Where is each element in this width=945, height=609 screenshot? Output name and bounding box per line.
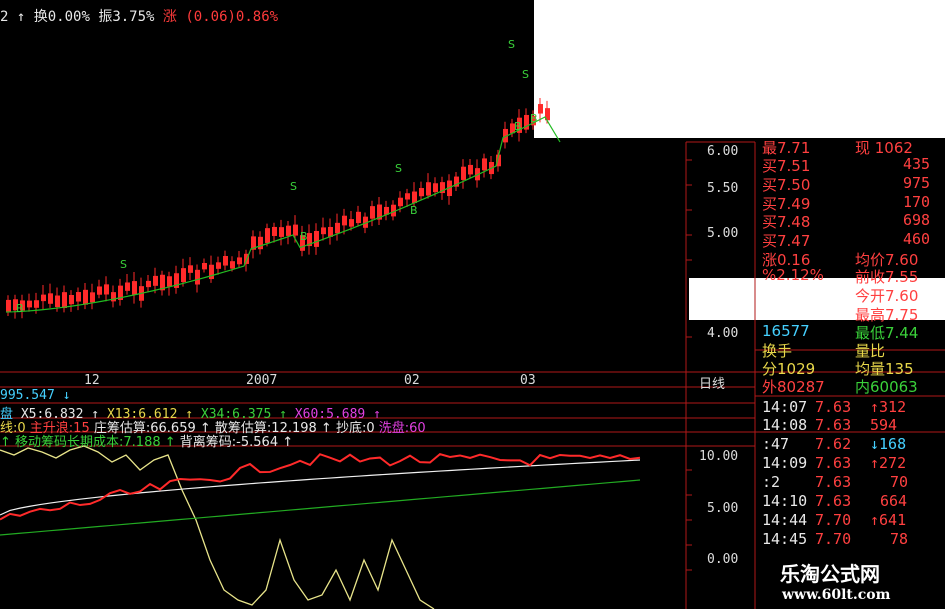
watermark-logo: 乐淘公式网: [780, 562, 880, 586]
volume-readout: 995.547 ↓: [0, 388, 71, 403]
tick-price: 7.63: [815, 473, 852, 491]
tick-volume: 664: [880, 492, 908, 510]
tick-time: :47: [762, 435, 790, 453]
price-tick-5: 5.00: [707, 226, 739, 241]
tick-volume: ↓168: [870, 435, 907, 453]
watermark-url: www.60lt.com: [782, 587, 891, 603]
tick-volume: 594: [870, 416, 898, 434]
stat-right: 前收7.55: [855, 268, 919, 286]
bid-volume: 460: [903, 230, 931, 248]
tick-volume: 70: [890, 473, 909, 491]
tick-time: :2: [762, 473, 781, 491]
bid-volume: 435: [903, 155, 931, 173]
ind-tick-0: 0.00: [707, 552, 739, 567]
stat-right: 今开7.60: [855, 287, 919, 305]
tick-price: 7.70: [815, 530, 852, 548]
bid-volume: 975: [903, 174, 931, 192]
tick-time: 14:44: [762, 511, 808, 529]
stat-left: 16577: [762, 322, 810, 340]
ind-tick-10: 10.00: [699, 449, 739, 464]
dealer-line: [0, 459, 641, 516]
tick-time: 14:09: [762, 454, 808, 472]
tick-price: 7.62: [815, 435, 852, 453]
cost-readout-row: ↑ 移动筹码长期成本:7.188 ↑ 背离筹码:-5.564 ↑: [0, 431, 293, 450]
date-tick-03: 03: [520, 373, 536, 388]
bid-label: 买7.48: [762, 213, 811, 231]
tick-price: 7.70: [815, 511, 852, 529]
price-tick-5-5: 5.50: [707, 181, 739, 196]
tick-price: 7.63: [815, 416, 852, 434]
tick-time: 14:08: [762, 416, 808, 434]
stat-left: 外80287: [762, 378, 825, 396]
bid-label: 买7.50: [762, 176, 811, 194]
tick-time: 14:07: [762, 398, 808, 416]
tick-time: 14:10: [762, 492, 808, 510]
chip-washout: 洗盘:60: [378, 421, 426, 436]
bid-volume: 170: [903, 193, 931, 211]
period-daily-button[interactable]: 日线: [699, 373, 725, 392]
tick-volume: ↑272: [870, 454, 907, 472]
tick-time: 14:45: [762, 530, 808, 548]
tick-price: 7.63: [815, 398, 852, 416]
tick-volume: ↑312: [870, 398, 907, 416]
bid-label: 买7.51: [762, 157, 811, 175]
long-cost-line: [0, 479, 641, 536]
date-tick-2007: 2007: [246, 373, 278, 388]
divergence-line: [0, 445, 435, 609]
main-line: [0, 453, 641, 521]
moving-chip-cost: ↑ 移动筹码长期成本:7.188 ↑: [0, 435, 176, 450]
bid-label: 买7.47: [762, 232, 811, 250]
tick-volume: 78: [890, 530, 909, 548]
chip-bottom: 抄底:0: [335, 421, 375, 436]
stat-right: 内60063: [855, 378, 918, 396]
date-tick-02: 02: [404, 373, 420, 388]
date-tick-12: 12: [84, 373, 100, 388]
price-tick-6: 6.00: [707, 144, 739, 159]
price-tick-4: 4.00: [707, 326, 739, 341]
bid-volume: 698: [903, 211, 931, 229]
divergence-chip: 背离筹码:-5.564 ↑: [179, 435, 294, 450]
tick-price: 7.63: [815, 492, 852, 510]
ind-tick-5: 5.00: [707, 501, 739, 516]
stat-left: %2.12%: [762, 266, 824, 284]
tick-volume: ↑641: [870, 511, 907, 529]
tick-price: 7.63: [815, 454, 852, 472]
